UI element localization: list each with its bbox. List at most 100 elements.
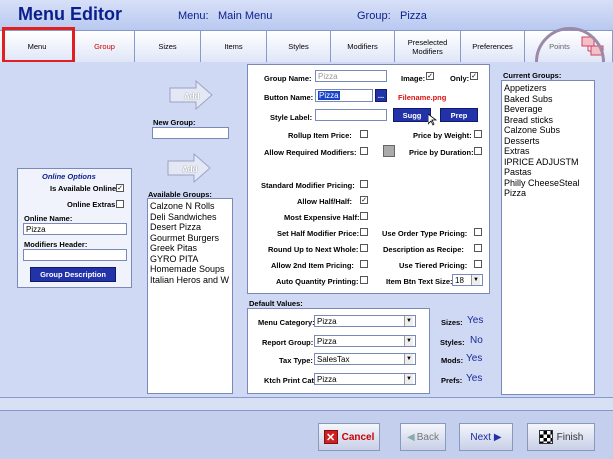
new-group-label: New Group:	[153, 118, 196, 127]
list-item[interactable]: Desserts	[504, 136, 592, 147]
online-extras-checkbox[interactable]	[116, 200, 124, 208]
tab-modifiers[interactable]: Modifiers	[331, 31, 395, 62]
use-order-type-pricing-checkbox[interactable]	[474, 228, 482, 236]
use-tiered-pricing-checkbox[interactable]	[474, 260, 482, 268]
browse-button[interactable]: ...	[375, 89, 387, 102]
styles-value: No	[470, 335, 483, 346]
round-up-label: Round Up to Next Whole:	[268, 245, 359, 254]
description-as-recipe-label: Description as Recipe:	[383, 245, 464, 254]
menu-category-label: Menu Category:	[258, 318, 315, 327]
image-checkbox[interactable]: ✓	[426, 72, 434, 80]
group-name-label: Group Name:	[264, 74, 312, 83]
list-item[interactable]: Calzone Subs	[504, 125, 592, 136]
cancel-button[interactable]: ✕ Cancel	[318, 423, 380, 451]
list-item[interactable]: Homemade Soups	[150, 264, 230, 275]
new-group-input[interactable]	[152, 127, 229, 139]
ktch-print-cat-select[interactable]: Pizza ▼	[314, 373, 416, 385]
back-label: Back	[416, 431, 439, 443]
finish-button[interactable]: Finish	[527, 423, 595, 451]
tab-preferences[interactable]: Preferences	[461, 31, 525, 62]
button-name-label: Button Name:	[264, 93, 314, 102]
prefs-label: Prefs:	[441, 376, 463, 385]
chevron-down-icon: ▼	[471, 275, 480, 285]
list-item[interactable]: Deli Sandwiches	[150, 212, 230, 223]
chevron-down-icon: ▼	[404, 336, 413, 346]
modifiers-header-input[interactable]	[23, 249, 127, 261]
list-item[interactable]: Beverage	[504, 104, 592, 115]
chevron-down-icon: ▼	[404, 374, 413, 384]
online-options-title: Online Options	[42, 172, 96, 181]
cancel-label: Cancel	[341, 431, 375, 443]
tab-sizes[interactable]: Sizes	[135, 31, 201, 62]
list-item[interactable]: Desert Pizza	[150, 222, 230, 233]
rollup-item-price-checkbox[interactable]	[360, 130, 368, 138]
allow-2nd-item-pricing-checkbox[interactable]	[360, 260, 368, 268]
menu-label: Menu:	[178, 10, 209, 22]
list-item[interactable]: GYRO PITA	[150, 254, 230, 265]
list-item[interactable]: Bread sticks	[504, 115, 592, 126]
is-available-online-label: Is Available Online	[50, 184, 117, 193]
mods-label: Mods:	[441, 356, 464, 365]
allow-half-half-checkbox[interactable]: ✓	[360, 196, 368, 204]
tab-group[interactable]: Group	[75, 31, 135, 62]
button-name-input[interactable]: Pizza	[315, 89, 373, 102]
price-by-duration-checkbox[interactable]	[474, 147, 482, 155]
menu-value: Main Menu	[218, 10, 273, 22]
tab-preselected-modifiers[interactable]: Preselected Modifiers	[395, 31, 461, 62]
online-name-input[interactable]: Pizza	[23, 223, 127, 235]
report-group-label: Report Group:	[262, 338, 314, 347]
list-item[interactable]: IPRICE ADJUSTM	[504, 157, 592, 168]
report-group-value: Pizza	[317, 336, 337, 346]
prep-button[interactable]: Prep	[440, 108, 478, 122]
list-item[interactable]: Pizza	[504, 188, 592, 199]
standard-modifier-pricing-checkbox[interactable]	[360, 180, 368, 188]
auto-quantity-printing-checkbox[interactable]	[360, 276, 368, 284]
next-button[interactable]: Next ▶	[459, 423, 513, 451]
round-up-checkbox[interactable]	[360, 244, 368, 252]
allow-half-half-label: Allow Half/Half:	[297, 197, 353, 206]
current-groups-list[interactable]: Appetizers Baked Subs Beverage Bread sti…	[501, 80, 595, 395]
sugg-button[interactable]: Sugg	[393, 108, 431, 122]
list-item[interactable]: Calzone N Rolls	[150, 201, 230, 212]
list-item[interactable]: Italian Heros and W	[150, 275, 230, 286]
price-by-weight-checkbox[interactable]	[474, 130, 482, 138]
list-item[interactable]: Baked Subs	[504, 94, 592, 105]
list-item[interactable]: Philly CheeseSteal	[504, 178, 592, 189]
most-expensive-half-checkbox[interactable]	[360, 212, 368, 220]
online-name-label: Online Name:	[24, 214, 73, 223]
list-item[interactable]: Pastas	[504, 167, 592, 178]
description-as-recipe-checkbox[interactable]	[474, 244, 482, 252]
footer-bar: ✕ Cancel ◀ Back Next ▶ Finish	[0, 411, 613, 459]
finish-label: Finish	[556, 431, 584, 443]
use-tiered-pricing-label: Use Tiered Pricing:	[399, 261, 468, 270]
style-label-input[interactable]	[315, 109, 387, 121]
only-checkbox[interactable]: ✓	[470, 72, 478, 80]
list-item[interactable]: Gourmet Burgers	[150, 233, 230, 244]
tax-type-select[interactable]: SalesTax ▼	[314, 353, 416, 365]
item-btn-text-size-select[interactable]: 18 ▼	[452, 274, 483, 286]
available-groups-list[interactable]: Calzone N Rolls Deli Sandwiches Desert P…	[147, 198, 233, 394]
report-group-select[interactable]: Pizza ▼	[314, 335, 416, 347]
tab-items[interactable]: Items	[201, 31, 267, 62]
required-modifiers-icon[interactable]	[383, 145, 395, 157]
set-half-modifier-price-checkbox[interactable]	[360, 228, 368, 236]
is-available-online-checkbox[interactable]: ✓	[116, 184, 124, 192]
add-button-label: Add	[184, 92, 200, 101]
menu-category-select[interactable]: Pizza ▼	[314, 315, 416, 327]
allow-2nd-item-pricing-label: Allow 2nd Item Pricing:	[271, 261, 354, 270]
group-label: Group:	[357, 10, 391, 22]
tab-styles[interactable]: Styles	[267, 31, 331, 62]
list-item[interactable]: Greek Pitas	[150, 243, 230, 254]
price-by-weight-label: Price by Weight:	[413, 131, 472, 140]
sizes-label: Sizes:	[441, 318, 463, 327]
list-item[interactable]: Appetizers	[504, 83, 592, 94]
cursor-icon	[428, 114, 437, 126]
back-button[interactable]: ◀ Back	[400, 423, 446, 451]
group-description-button[interactable]: Group Description	[30, 267, 116, 282]
allow-required-modifiers-label: Allow Required Modifiers:	[264, 148, 357, 157]
next-arrow-icon: ▶	[493, 431, 502, 443]
list-item[interactable]: Extras	[504, 146, 592, 157]
allow-required-modifiers-checkbox[interactable]	[360, 147, 368, 155]
mods-value: Yes	[466, 353, 483, 364]
group-name-input[interactable]: Pizza	[315, 70, 387, 82]
